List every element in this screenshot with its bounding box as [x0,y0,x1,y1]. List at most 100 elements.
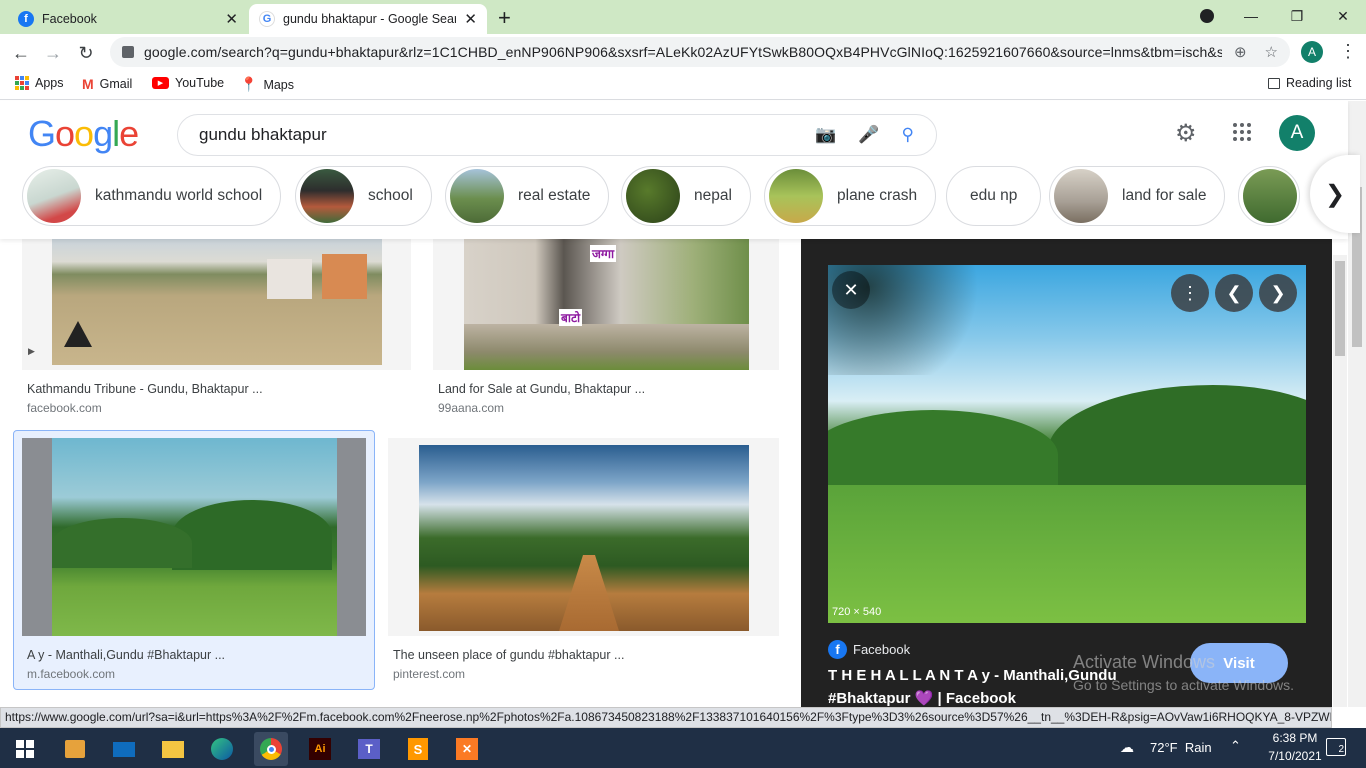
tribune-logo-icon [64,321,92,347]
browser-menu-icon[interactable]: ⋮ [1339,41,1357,62]
address-bar[interactable]: google.com/search?q=gundu+bhaktapur&rlz=… [110,37,1290,67]
result-source[interactable]: pinterest.com [393,667,465,681]
chip-more[interactable] [1238,166,1300,226]
weather-text[interactable]: 72°F Rain [1150,740,1212,755]
chip-thumbnail [1054,169,1108,223]
account-avatar[interactable]: A [1279,115,1315,151]
path-shape [559,555,619,631]
result-title[interactable]: A y - Manthali,Gundu #Bhaktapur ... [27,648,225,662]
panel-scrollbar[interactable] [1333,255,1347,707]
close-preview-icon[interactable]: ✕ [832,271,870,309]
more-options-icon[interactable]: ⋮ [1171,274,1209,312]
chip-label: school [368,187,413,204]
result-image-manthali-gundu[interactable] [52,438,337,636]
result-image-unseen-place[interactable] [419,445,749,631]
teams-icon[interactable]: T [352,732,386,766]
result-source[interactable]: 99aana.com [438,401,504,415]
edge-icon[interactable] [205,732,239,766]
building-shape [267,259,312,299]
chip-label: land for sale [1122,187,1207,204]
clock-time[interactable]: 6:38 PM [1270,731,1320,745]
result-title[interactable]: The unseen place of gundu #bhaktapur ... [393,648,624,662]
chip-real-estate[interactable]: real estate [445,166,610,226]
bookmark-apps[interactable]: Apps [15,76,64,90]
search-box[interactable]: gundu bhaktapur 📷 🎤 ⚲ [177,114,937,156]
result-image-land-for-sale[interactable]: जग्गा बाटो [464,239,749,370]
result-source[interactable]: facebook.com [27,401,102,415]
reload-icon[interactable]: ↻ [73,40,99,66]
profile-avatar[interactable]: A [1301,41,1323,63]
windows-start-icon[interactable] [8,732,42,766]
search-input[interactable]: gundu bhaktapur [199,125,815,145]
bookmark-label: Apps [35,76,64,90]
minimize-button[interactable]: ― [1228,0,1274,32]
chip-land-for-sale[interactable]: land for sale [1049,166,1226,226]
result-title[interactable]: Kathmandu Tribune - Gundu, Bhaktapur ... [27,382,263,396]
google-apps-icon[interactable] [1233,123,1251,141]
sublime-icon[interactable]: S [401,732,435,766]
bookmark-star-icon[interactable]: ☆ [1265,43,1278,61]
new-tab-button[interactable]: + [498,5,511,31]
back-icon[interactable]: ← [8,40,34,66]
image-dimensions: 720 × 540 [832,606,882,618]
hill-shape [52,518,192,568]
overlay-label-land: जग्गा [590,245,617,262]
clock-date[interactable]: 7/10/2021 [1266,749,1324,763]
xampp-icon[interactable]: ✕ [450,732,484,766]
reading-list-button[interactable]: Reading list [1268,76,1351,90]
panel-title-line2[interactable]: #Bhaktapur 💜 | Facebook [828,689,1016,707]
chip-plane-crash[interactable]: plane crash [764,166,937,226]
bookmark-gmail[interactable]: M Gmail [82,76,132,92]
reading-list-label: Reading list [1286,76,1352,90]
chip-school[interactable]: school [295,166,432,226]
zoom-icon[interactable]: ⊕ [1234,43,1247,61]
forward-icon[interactable]: → [40,40,66,66]
camera-icon[interactable]: 📷 [815,125,836,145]
mail-icon[interactable] [107,732,141,766]
result-source[interactable]: m.facebook.com [27,667,115,681]
bookmark-label: Maps [263,77,295,92]
activate-windows-watermark: Activate Windows [1073,652,1216,672]
panel-scrollbar-thumb[interactable] [1335,261,1345,356]
settings-gear-icon[interactable]: ⚙ [1175,119,1197,148]
store-icon[interactable] [58,732,92,766]
gmail-icon: M [82,76,94,92]
url-text[interactable]: google.com/search?q=gundu+bhaktapur&rlz=… [144,44,1222,60]
chip-label: edu np [970,187,1018,204]
maps-pin-icon: 📍 [240,76,258,92]
chrome-icon[interactable] [254,732,288,766]
chip-nepal[interactable]: nepal [621,166,751,226]
maximize-button[interactable]: ❐ [1274,0,1320,32]
result-image-kathmandu-tribune[interactable] [52,239,382,365]
close-window-button[interactable]: ✕ [1320,0,1366,32]
weather-cloud-icon[interactable]: ☁ [1120,739,1134,756]
result-title[interactable]: Land for Sale at Gundu, Bhaktapur ... [438,382,645,396]
file-explorer-icon[interactable] [156,732,190,766]
bookmark-youtube[interactable]: ▶ YouTube [152,76,224,90]
notifications-icon[interactable]: 2 [1326,738,1346,756]
bookmark-maps[interactable]: 📍 Maps [240,76,294,93]
search-icon[interactable]: ⚲ [902,125,914,145]
chip-thumbnail [626,169,680,223]
building-shape [322,254,367,299]
chip-kathmandu-world-school[interactable]: kathmandu world school [22,166,282,226]
previous-image-icon[interactable]: ❮ [1215,274,1253,312]
mic-icon[interactable]: 🎤 [858,125,879,145]
next-image-icon[interactable]: ❯ [1259,274,1297,312]
tab-close-button[interactable]: ✕ [464,10,477,28]
tray-chevron-icon[interactable]: ⌃ [1230,738,1241,754]
illustrator-icon[interactable]: Ai [303,732,337,766]
tab-search-icon[interactable] [1184,0,1230,32]
tab-close-button[interactable]: ✕ [225,10,238,28]
chip-label: real estate [518,187,591,204]
google-logo[interactable]: Google [28,113,139,155]
chip-label: nepal [694,187,732,204]
bookmark-label: YouTube [175,76,225,90]
panel-site-name[interactable]: Facebook [853,642,910,657]
tab-facebook[interactable]: f Facebook ✕ [8,4,248,34]
facebook-icon: f [828,640,847,659]
tab-google-search[interactable]: G gundu bhaktapur - Google Search ✕ [249,4,487,34]
preview-image[interactable] [828,265,1306,623]
chip-edu-np[interactable]: edu np [946,166,1042,226]
google-icon: G [259,11,275,27]
